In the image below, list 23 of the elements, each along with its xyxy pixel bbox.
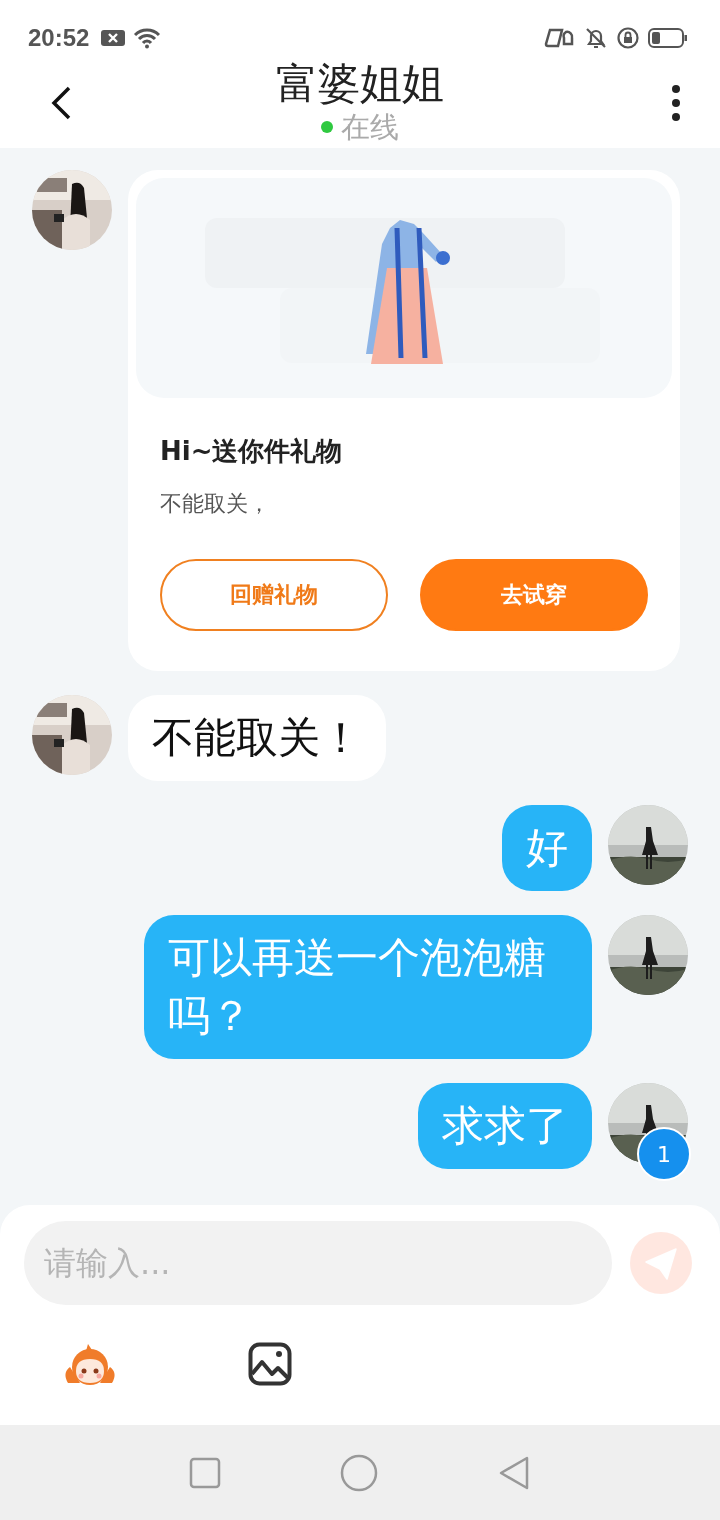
rotation-lock-icon [616, 25, 640, 50]
wifi-icon [133, 26, 162, 49]
gift-title: Hi~送你件礼物 [160, 435, 344, 468]
battery-icon [648, 26, 688, 49]
message-bubble: 可以再送一个泡泡糖吗？ [144, 915, 592, 1059]
unread-badge: 1 [637, 1127, 691, 1181]
gift-message: 不能取关， [160, 490, 271, 518]
message-bubble: 求求了 [418, 1083, 592, 1169]
try-on-button[interactable]: 去试穿 [420, 559, 648, 631]
chat-title: 富婆姐姐 [276, 57, 444, 110]
image-icon[interactable] [248, 1342, 292, 1386]
message-bubble: 不能取关！ [128, 695, 386, 781]
recent-apps-icon[interactable] [189, 1456, 222, 1489]
return-gift-button[interactable]: 回赠礼物 [160, 559, 388, 631]
back-icon[interactable] [50, 85, 72, 121]
message-bubble: 好 [502, 805, 592, 891]
more-icon[interactable] [671, 85, 681, 121]
home-icon[interactable] [340, 1453, 378, 1492]
status-time: 20:52 [28, 23, 90, 52]
online-status: 在线 [341, 109, 399, 144]
notification-icon [101, 28, 126, 47]
bell-muted-icon [584, 25, 608, 50]
message-input[interactable]: 请输入... [24, 1221, 612, 1305]
